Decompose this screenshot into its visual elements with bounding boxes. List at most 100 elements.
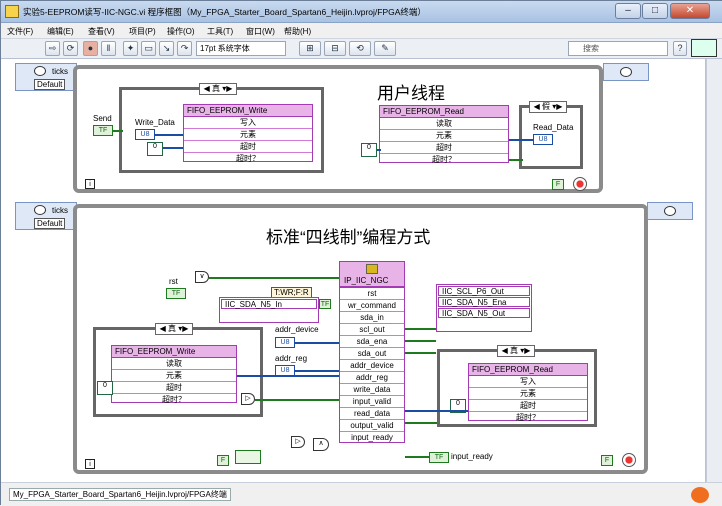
clock-icon	[34, 66, 46, 76]
false-constant-top[interactable]: F	[552, 179, 564, 190]
wire-zero-read	[377, 149, 381, 151]
fifo-read-title: FIFO_EEPROM_Read	[380, 106, 508, 118]
run-arrow-icon[interactable]: ⇨	[45, 41, 60, 56]
ip-row-addr-device: addr_device	[340, 360, 404, 372]
highlight-execution-icon[interactable]: ✦	[123, 41, 138, 56]
ip-block-icon	[366, 264, 378, 274]
fifo-eeprom-read-node-bottom[interactable]: FIFO_EEPROM_Read 写入 元素 超时 超时？	[468, 363, 588, 422]
default-selector[interactable]: Default	[34, 79, 66, 90]
vertical-scrollbar[interactable]	[706, 59, 722, 482]
sda-in-io-node[interactable]: IIC_SDA_N5_In	[219, 297, 319, 323]
iic-output-io-node[interactable]: IIC_SCL_P6_Out IIC_SDA_N5_Ena IIC_SDA_N5…	[436, 284, 532, 332]
abort-icon[interactable]: ●	[83, 41, 98, 56]
addr-device-control[interactable]: U8	[275, 337, 295, 348]
menu-file[interactable]: 文件(F)	[7, 26, 33, 37]
sda-out-io-label: IIC_SDA_N5_Out	[438, 308, 530, 318]
menu-edit[interactable]: 编辑(E)	[47, 26, 74, 37]
input-ready-indicator[interactable]: TF	[429, 452, 449, 463]
close-button[interactable]: ✕	[670, 3, 710, 19]
sda-ena-io-label: IIC_SDA_N5_Ena	[438, 297, 530, 307]
default-selector[interactable]: Default	[34, 218, 66, 229]
wire-send	[113, 130, 123, 132]
case-selector-bottom-left[interactable]: ◀ 真 ▾▶	[155, 323, 193, 335]
fifo-eeprom-read-node-top[interactable]: FIFO_EEPROM_Read 读取 元素 超时 超时？	[379, 105, 509, 164]
distribute-objects-icon[interactable]: ⊟	[324, 41, 346, 56]
menu-project[interactable]: 项目(P)	[129, 26, 156, 37]
case-selector-read[interactable]: ◀ 假 ▾▶	[529, 101, 567, 113]
clock-icon	[664, 206, 676, 216]
not-gate-icon: ▷	[291, 436, 305, 448]
read-data-label: Read_Data	[533, 123, 574, 132]
cleanup-diagram-icon[interactable]: ✎	[374, 41, 396, 56]
menu-window[interactable]: 窗口(W)	[246, 26, 275, 37]
wire-sda-out	[405, 352, 436, 354]
step-over-icon[interactable]: ↷	[177, 41, 192, 56]
clock-icon	[34, 205, 46, 215]
input-ready-label: input_ready	[451, 452, 493, 461]
not-gate-icon: ∨	[195, 271, 209, 283]
node-row-element: 元素	[469, 388, 587, 400]
node-row-write: 写入	[469, 376, 587, 388]
step-into-icon[interactable]: ↘	[159, 41, 174, 56]
fifo-eeprom-write-node-top[interactable]: FIFO_EEPROM_Write 写入 元素 超时 超时？	[183, 104, 313, 163]
menu-tools[interactable]: 工具(T)	[207, 26, 233, 37]
font-select[interactable]: 17pt 系统字体	[196, 41, 286, 56]
search-input[interactable]: 搜索	[568, 41, 668, 56]
const-zero-bottom-left[interactable]: 0	[97, 381, 113, 395]
write-data-control[interactable]: U8	[135, 129, 155, 140]
node-row-timeout: 超时	[112, 382, 236, 394]
wire-write-data-bottom	[237, 375, 339, 377]
node-row-timeout: 超时	[184, 141, 312, 153]
status-bar: My_FPGA_Starter_Board_Spartan6_Heijin.lv…	[1, 482, 722, 506]
false-constant-bottom[interactable]: F	[601, 455, 613, 466]
node-row-element: 元素	[380, 130, 508, 142]
wire-rst	[209, 277, 339, 279]
title-bar: 实验5-EEPROM读写-IIC-NGC.vi 程序框图（My_FPGA_Sta…	[1, 1, 722, 23]
align-objects-icon[interactable]: ⊞	[299, 41, 321, 56]
ip-row-output-valid: output_valid	[340, 420, 404, 432]
send-boolean-control[interactable]: TF	[93, 125, 113, 136]
wire-input-ready	[405, 456, 429, 458]
read-data-indicator[interactable]: U8	[533, 134, 553, 145]
rst-control[interactable]: TF	[166, 288, 186, 299]
fifo-write-title: FIFO_EEPROM_Write	[184, 105, 312, 117]
node-row-timedout: 超时？	[236, 154, 260, 163]
wire-sda-ena	[405, 340, 436, 342]
wire-write-data	[155, 134, 183, 136]
maximize-button[interactable]: □	[642, 3, 668, 19]
wire-timeout-read	[509, 159, 523, 161]
const-zero-read[interactable]: 0	[361, 143, 377, 157]
fifo-eeprom-write-node-bottom[interactable]: FIFO_EEPROM_Write 读取 元素 超时 超时？	[111, 345, 237, 404]
menu-view[interactable]: 查看(V)	[88, 26, 115, 37]
false-constant-shift[interactable]: F	[217, 455, 229, 466]
minimize-button[interactable]: –	[615, 3, 641, 19]
true-constant[interactable]: TF	[319, 299, 331, 309]
clock-icon	[620, 67, 632, 77]
node-row-timeout: 超时	[380, 142, 508, 154]
case-selector-bottom-left-label: 真	[167, 324, 176, 333]
menu-operate[interactable]: 操作(O)	[167, 26, 195, 37]
menu-help[interactable]: 帮助(H)	[284, 26, 311, 37]
reorder-icon[interactable]: ⟲	[349, 41, 371, 56]
node-row-timedout: 超时？	[516, 413, 540, 422]
node-row-element: 元素	[112, 370, 236, 382]
ticks-label: ticks	[52, 67, 68, 76]
case-selector-write[interactable]: ◀ 真 ▾▶	[199, 83, 237, 95]
window-title: 实验5-EEPROM读写-IIC-NGC.vi 程序框图（My_FPGA_Sta…	[23, 7, 426, 17]
run-continuously-icon[interactable]: ⟳	[63, 41, 78, 56]
ip-row-sda-in: sda_in	[340, 312, 404, 324]
menu-bar: 文件(F) 编辑(E) 查看(V) 项目(P) 操作(O) 工具(T) 窗口(W…	[1, 23, 722, 39]
wire-read-data	[509, 139, 533, 141]
ip-iic-ngc-node[interactable]: rst wr_command sda_in scl_out sda_ena sd…	[339, 287, 405, 443]
case-selector-read-label: 假	[541, 102, 550, 111]
node-row-timeout: 超时	[469, 400, 587, 412]
help-icon[interactable]: ?	[673, 41, 687, 56]
case-selector-write-label: 真	[211, 84, 220, 93]
retain-wire-values-icon[interactable]: ▭	[141, 41, 156, 56]
ip-iic-ngc-header[interactable]: IP_IIC_NGC	[339, 261, 405, 287]
const-zero-write[interactable]: 0	[147, 142, 163, 156]
timed-loop-input-node-top: ticks Default	[15, 63, 77, 91]
case-selector-bottom-right[interactable]: ◀ 真 ▾▶	[497, 345, 535, 357]
toolbar: ⇨ ⟳ ● ‖ ✦ ▭ ↘ ↷ 17pt 系统字体 ⊞ ⊟ ⟲ ✎ 搜索 ▸ ?	[1, 39, 722, 91]
pause-icon[interactable]: ‖	[101, 41, 116, 56]
